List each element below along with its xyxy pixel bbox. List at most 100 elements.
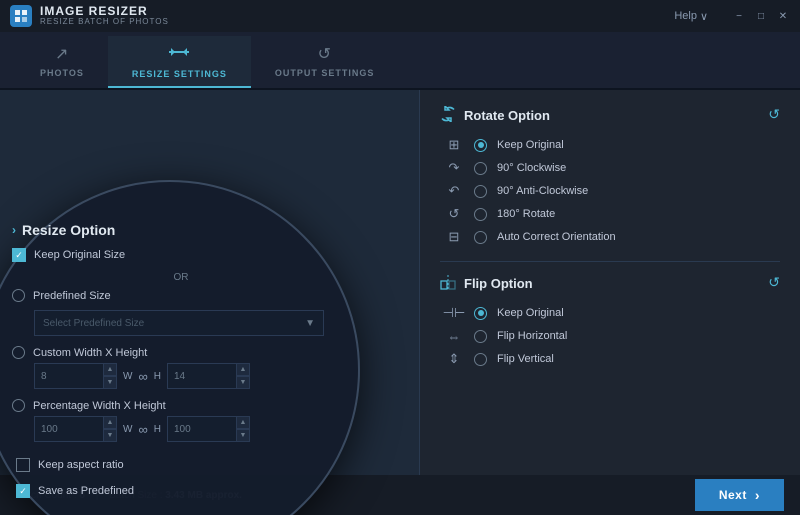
help-button[interactable]: Help ∨ xyxy=(674,10,708,23)
rotate-90acw-radio[interactable] xyxy=(474,185,487,198)
rotate-90cw-item[interactable]: ↷ 90° Clockwise xyxy=(444,160,780,176)
keep-original-label: Keep Original Size xyxy=(34,249,125,261)
rotate-keep-label: Keep Original xyxy=(497,139,564,151)
flip-section: Flip Option ↺ ⊣⊢ Keep Original ⇔ Flip Ho… xyxy=(440,274,780,367)
pct-height-down[interactable]: ▼ xyxy=(236,429,250,442)
tab-photos[interactable]: ↗ PHOTOS xyxy=(0,36,108,88)
flip-h-label: Flip Horizontal xyxy=(497,330,567,342)
tab-resize[interactable]: RESIZE SETTINGS xyxy=(108,36,251,88)
close-button[interactable]: ✕ xyxy=(776,9,790,23)
title-bar-right: Help ∨ − □ ✕ xyxy=(674,9,790,23)
w-label: W xyxy=(123,371,132,382)
custom-width-down[interactable]: ▼ xyxy=(103,376,117,389)
rotate-title-text: Rotate Option xyxy=(464,108,550,123)
percentage-radio[interactable] xyxy=(12,399,25,412)
keep-aspect-label: Keep aspect ratio xyxy=(38,459,124,471)
percentage-dimension-row: 100 ▲ ▼ W ∞ H 100 ▲ ▼ xyxy=(34,416,328,442)
custom-width-spinner: ▲ ▼ xyxy=(103,363,117,389)
save-predefined-row[interactable]: ✓ Save as Predefined xyxy=(16,484,328,498)
predefined-select-placeholder: Select Predefined Size xyxy=(43,318,144,329)
flip-title-text: Flip Option xyxy=(464,276,533,291)
keep-aspect-row[interactable]: Keep aspect ratio xyxy=(16,458,328,472)
flip-keep-radio[interactable] xyxy=(474,307,487,320)
rotate-reset-button[interactable]: ↺ xyxy=(768,106,780,123)
flip-keep-item[interactable]: ⊣⊢ Keep Original xyxy=(444,305,780,321)
custom-width-input[interactable]: 8 xyxy=(34,363,104,389)
rotate-90cw-label: 90° Clockwise xyxy=(497,162,566,174)
predefined-select-arrow: ▼ xyxy=(305,318,315,329)
pct-width-up[interactable]: ▲ xyxy=(103,416,117,429)
save-predefined-checkbox[interactable]: ✓ xyxy=(16,484,30,498)
keep-aspect-checkbox[interactable] xyxy=(16,458,30,472)
flip-v-item[interactable]: ⇕ Flip Vertical xyxy=(444,351,780,367)
output-tab-icon: ↺ xyxy=(318,44,332,64)
pct-height-up[interactable]: ▲ xyxy=(236,416,250,429)
rotate-keep-radio[interactable] xyxy=(474,139,487,152)
flip-keep-icon: ⊣⊢ xyxy=(444,305,464,321)
flip-h-item[interactable]: ⇔ Flip Horizontal xyxy=(444,328,780,344)
flip-h-icon: ⇔ xyxy=(444,328,464,344)
rotate-auto-icon: ⊟ xyxy=(444,229,464,245)
custom-height-up[interactable]: ▲ xyxy=(236,363,250,376)
tab-bar: ↗ PHOTOS RESIZE SETTINGS ↺ OUTPUT SETTIN… xyxy=(0,32,800,90)
flip-v-radio[interactable] xyxy=(474,353,487,366)
rotate-90acw-item[interactable]: ↶ 90° Anti-Clockwise xyxy=(444,183,780,199)
output-tab-label: OUTPUT SETTINGS xyxy=(275,68,375,78)
rotate-keep-icon: ⊞ xyxy=(444,137,464,153)
pct-width-input[interactable]: 100 xyxy=(34,416,104,442)
flip-v-label: Flip Vertical xyxy=(497,353,554,365)
app-title: IMAGE RESIZER RESIZE BATCH OF PHOTOS xyxy=(40,5,169,27)
rotate-180-item[interactable]: ↺ 180° Rotate xyxy=(444,206,780,222)
rotate-icon xyxy=(440,106,456,125)
rotate-title: Rotate Option xyxy=(440,106,780,125)
predefined-label: Predefined Size xyxy=(33,290,111,302)
window-controls: − □ ✕ xyxy=(732,9,790,23)
section-divider xyxy=(440,261,780,262)
keep-original-row[interactable]: ✓ Keep Original Size xyxy=(12,248,328,262)
pct-w-label: W xyxy=(123,424,132,435)
percentage-row[interactable]: Percentage Width X Height xyxy=(12,399,328,412)
custom-width-up[interactable]: ▲ xyxy=(103,363,117,376)
tab-output[interactable]: ↺ OUTPUT SETTINGS xyxy=(251,36,399,88)
rotate-section: Rotate Option ↺ ⊞ Keep Original ↷ 90° Cl… xyxy=(440,106,780,245)
pct-width-down[interactable]: ▼ xyxy=(103,429,117,442)
app-icon xyxy=(10,5,32,27)
flip-v-icon: ⇕ xyxy=(444,351,464,367)
pct-link-icon: ∞ xyxy=(138,422,147,437)
custom-height-input[interactable]: 14 xyxy=(167,363,237,389)
rotate-option-item[interactable]: ⊞ Keep Original xyxy=(444,137,780,153)
rotate-180-label: 180° Rotate xyxy=(497,208,555,220)
rotate-auto-item[interactable]: ⊟ Auto Correct Orientation xyxy=(444,229,780,245)
keep-original-checkbox[interactable]: ✓ xyxy=(12,248,26,262)
flip-h-radio[interactable] xyxy=(474,330,487,343)
predefined-select[interactable]: Select Predefined Size ▼ xyxy=(34,310,324,336)
pct-width-spinner: ▲ ▼ xyxy=(103,416,117,442)
custom-height-down[interactable]: ▼ xyxy=(236,376,250,389)
pct-height-spinner: ▲ ▼ xyxy=(236,416,250,442)
flip-options-list: ⊣⊢ Keep Original ⇔ Flip Horizontal ⇕ Fli… xyxy=(444,305,780,367)
next-button[interactable]: Next › xyxy=(695,479,784,511)
next-button-label: Next xyxy=(719,488,747,502)
flip-title: Flip Option xyxy=(440,274,780,293)
rotate-auto-radio[interactable] xyxy=(474,231,487,244)
custom-dimension-row: 8 ▲ ▼ W ∞ H 14 ▲ ▼ xyxy=(34,363,328,389)
predefined-size-row[interactable]: Predefined Size xyxy=(12,289,328,302)
app-wrapper: IMAGE RESIZER RESIZE BATCH OF PHOTOS Hel… xyxy=(0,0,800,515)
rotate-90acw-label: 90° Anti-Clockwise xyxy=(497,185,588,197)
custom-label: Custom Width X Height xyxy=(33,347,147,359)
custom-radio[interactable] xyxy=(12,346,25,359)
minimize-button[interactable]: − xyxy=(732,9,746,23)
app-subtitle: RESIZE BATCH OF PHOTOS xyxy=(40,18,169,27)
title-bar: IMAGE RESIZER RESIZE BATCH OF PHOTOS Hel… xyxy=(0,0,800,32)
resize-panel-title: › Resize Option xyxy=(12,222,328,238)
rotate-90cw-radio[interactable] xyxy=(474,162,487,175)
resize-chevron-icon: › xyxy=(12,223,16,237)
predefined-radio[interactable] xyxy=(12,289,25,302)
custom-width-row[interactable]: Custom Width X Height xyxy=(12,346,328,359)
flip-reset-button[interactable]: ↺ xyxy=(768,274,780,291)
rotate-180-radio[interactable] xyxy=(474,208,487,221)
resize-tab-icon xyxy=(169,44,189,65)
resize-tab-label: RESIZE SETTINGS xyxy=(132,69,227,79)
pct-height-input[interactable]: 100 xyxy=(167,416,237,442)
maximize-button[interactable]: □ xyxy=(754,9,768,23)
